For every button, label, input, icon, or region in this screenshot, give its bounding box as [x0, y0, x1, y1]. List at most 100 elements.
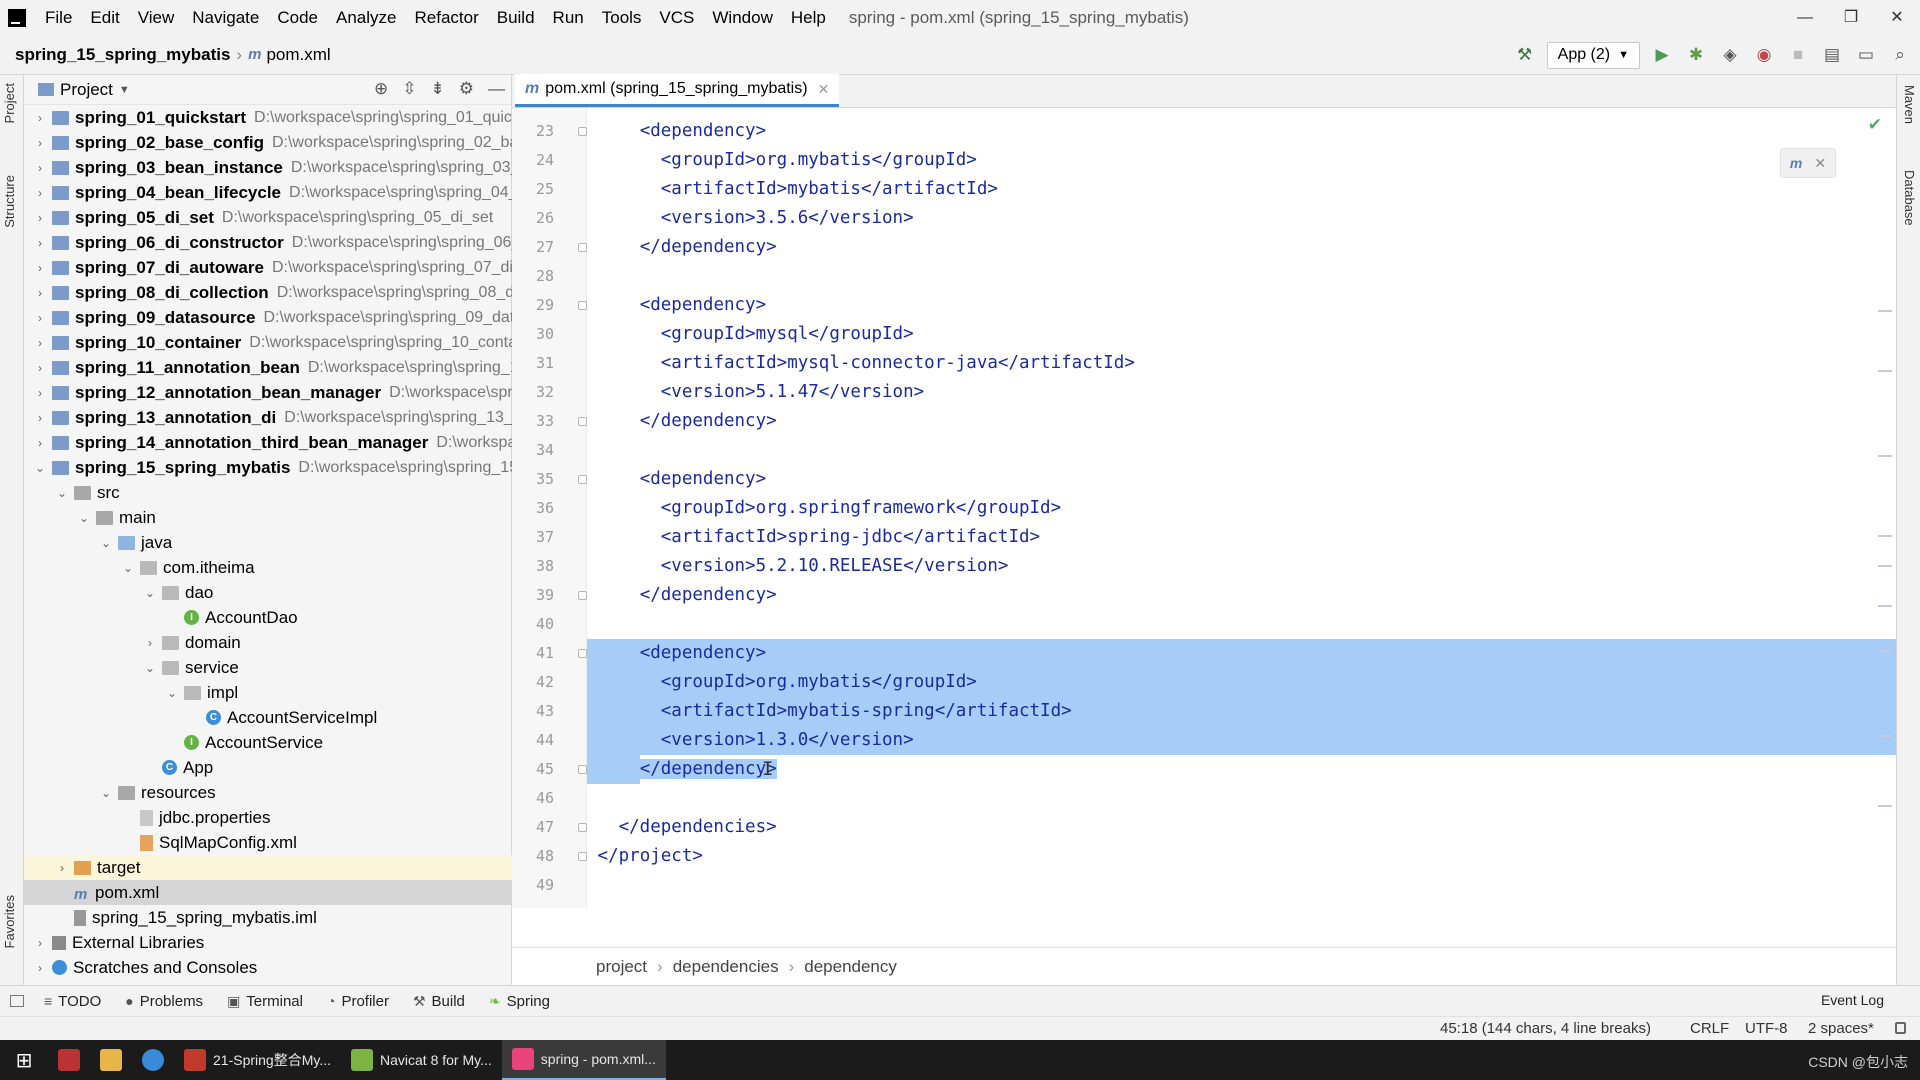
code-line[interactable]: <groupId>org.mybatis</groupId>: [587, 146, 1896, 175]
chevron-right-icon[interactable]: ›: [32, 936, 48, 950]
close-tab-icon[interactable]: ✕: [818, 81, 830, 98]
toggle-presentation-icon[interactable]: ▭: [1854, 43, 1878, 67]
code-line[interactable]: <version>3.5.6</version>: [587, 204, 1896, 233]
tree-item[interactable]: › spring_14_annotation_third_bean_manager…: [24, 430, 512, 455]
chevron-down-icon[interactable]: ⌄: [76, 511, 92, 525]
taskbar-icon[interactable]: [48, 1040, 90, 1080]
tree-item[interactable]: ⌄ impl: [24, 680, 512, 705]
chevron-right-icon[interactable]: ›: [32, 286, 48, 300]
chevron-down-icon[interactable]: ⌄: [142, 586, 158, 600]
code-line[interactable]: </dependency>: [587, 581, 1896, 610]
chevron-right-icon[interactable]: ›: [32, 186, 48, 200]
code-line[interactable]: <dependency>: [587, 639, 1896, 668]
tree-item[interactable]: › spring_07_di_autoware D:\workspace\sprin…: [24, 255, 512, 280]
chevron-down-icon[interactable]: ⌄: [142, 661, 158, 675]
code-line[interactable]: <artifactId>mybatis-spring</artifactId>: [587, 697, 1896, 726]
chevron-down-icon[interactable]: ⌄: [98, 536, 114, 550]
code-line[interactable]: </dependencies>: [587, 813, 1896, 842]
stop-icon[interactable]: ■: [1786, 43, 1810, 67]
fold-marker-icon[interactable]: [578, 591, 587, 600]
code-line[interactable]: <version>5.1.47</version>: [587, 378, 1896, 407]
code-line[interactable]: <dependency>: [587, 117, 1896, 146]
tree-item[interactable]: › spring_08_di_collection D:\workspace\spr…: [24, 280, 512, 305]
code-line[interactable]: </dependency>: [587, 407, 1896, 436]
fold-marker-icon[interactable]: [578, 765, 587, 774]
caret-position[interactable]: 45:18 (144 chars, 4 line breaks): [1440, 1020, 1651, 1037]
code-line[interactable]: <version>5.2.10.RELEASE</version>: [587, 552, 1896, 581]
windows-start-icon[interactable]: ⊞: [0, 1040, 48, 1080]
search-everywhere-icon[interactable]: ⌕: [1888, 43, 1912, 67]
menu-file[interactable]: File: [36, 0, 81, 35]
code-line[interactable]: <artifactId>mybatis</artifactId>: [587, 175, 1896, 204]
tree-item[interactable]: spring_15_spring_mybatis.iml: [24, 905, 512, 930]
tree-item[interactable]: C App: [24, 755, 512, 780]
chevron-down-icon[interactable]: ⌄: [98, 786, 114, 800]
menu-navigate[interactable]: Navigate: [183, 0, 268, 35]
code-line[interactable]: <artifactId>mysql-connector-java</artifa…: [587, 349, 1896, 378]
tree-item[interactable]: I AccountService: [24, 730, 512, 755]
coverage-icon[interactable]: ◈: [1718, 43, 1742, 67]
chevron-right-icon[interactable]: ›: [32, 211, 48, 225]
fold-marker-icon[interactable]: [578, 852, 587, 861]
tree-item[interactable]: › Scratches and Consoles: [24, 955, 512, 980]
taskbar-icon[interactable]: [132, 1040, 174, 1080]
close-icon[interactable]: ✕: [1814, 155, 1826, 172]
chevron-right-icon[interactable]: ›: [32, 111, 48, 125]
chevron-right-icon[interactable]: ›: [32, 361, 48, 375]
code-line[interactable]: <groupId>org.springframework</groupId>: [587, 494, 1896, 523]
tree-item[interactable]: ⌄ src: [24, 480, 512, 505]
tree-item[interactable]: › spring_12_annotation_bean_manager D:\wor…: [24, 380, 512, 405]
breadcrumb-dependencies[interactable]: dependencies: [673, 957, 779, 977]
code-line[interactable]: [587, 436, 1896, 465]
terminal-tool-button[interactable]: ▣ Terminal: [215, 993, 315, 1010]
chevron-down-icon[interactable]: ⌄: [164, 686, 180, 700]
fold-marker-icon[interactable]: [578, 301, 587, 310]
chevron-down-icon[interactable]: ⌄: [32, 461, 48, 475]
hammer-build-icon[interactable]: ⚒: [1513, 43, 1537, 67]
tree-item[interactable]: › spring_09_datasource D:\workspace\spring…: [24, 305, 512, 330]
chevron-right-icon[interactable]: ›: [142, 636, 158, 650]
tree-item[interactable]: ⌄ resources: [24, 780, 512, 805]
chevron-right-icon[interactable]: ›: [32, 261, 48, 275]
menu-tools[interactable]: Tools: [593, 0, 651, 35]
taskbar-app-intellij[interactable]: spring - pom.xml...: [501, 1040, 666, 1080]
menu-view[interactable]: View: [129, 0, 184, 35]
tree-item[interactable]: SqlMapConfig.xml: [24, 830, 512, 855]
menu-run[interactable]: Run: [544, 0, 593, 35]
tool-windows-toggle-icon[interactable]: [10, 995, 24, 1007]
code-line[interactable]: <version>1.3.0</version>: [587, 726, 1896, 755]
run-icon[interactable]: ▶: [1650, 43, 1674, 67]
code-line[interactable]: <dependency>: [587, 291, 1896, 320]
collapse-all-icon[interactable]: ⇟: [431, 79, 445, 99]
menu-edit[interactable]: Edit: [81, 0, 128, 35]
chevron-right-icon[interactable]: ›: [32, 136, 48, 150]
chevron-right-icon[interactable]: ›: [32, 161, 48, 175]
taskbar-app-powerpoint[interactable]: 21-Spring整合My...: [174, 1040, 341, 1080]
chevron-right-icon[interactable]: ›: [32, 961, 48, 975]
debug-icon[interactable]: ✱: [1684, 43, 1708, 67]
tree-item[interactable]: m pom.xml: [24, 880, 512, 905]
favorites-tool-tab[interactable]: Favorites: [2, 895, 17, 948]
file-encoding[interactable]: UTF-8: [1745, 1020, 1788, 1037]
chevron-down-icon[interactable]: ▼: [119, 84, 130, 96]
chevron-down-icon[interactable]: ⌄: [54, 486, 70, 500]
tree-item[interactable]: › domain: [24, 630, 512, 655]
restore-button[interactable]: ❐: [1828, 0, 1874, 35]
code-line[interactable]: </dependency>: [587, 755, 1896, 784]
taskbar-app-navicat[interactable]: Navicat 8 for My...: [341, 1040, 502, 1080]
code-line[interactable]: </dependency>: [587, 233, 1896, 262]
chevron-right-icon[interactable]: ›: [32, 386, 48, 400]
build-tool-button[interactable]: ⚒ Build: [401, 993, 477, 1010]
breadcrumb-dependency[interactable]: dependency: [804, 957, 897, 977]
menu-window[interactable]: Window: [703, 0, 781, 35]
profiler-tool-button[interactable]: ◔ Profiler: [315, 993, 401, 1010]
menu-build[interactable]: Build: [488, 0, 544, 35]
tree-item[interactable]: ⌄ main: [24, 505, 512, 530]
problems-tool-button[interactable]: ● Problems: [113, 993, 215, 1010]
chevron-right-icon[interactable]: ›: [32, 436, 48, 450]
close-window-button[interactable]: ✕: [1874, 0, 1920, 35]
fold-marker-icon[interactable]: [578, 649, 587, 658]
chevron-right-icon[interactable]: ›: [54, 861, 70, 875]
menu-code[interactable]: Code: [268, 0, 327, 35]
expand-all-icon[interactable]: ⇳: [402, 79, 416, 99]
